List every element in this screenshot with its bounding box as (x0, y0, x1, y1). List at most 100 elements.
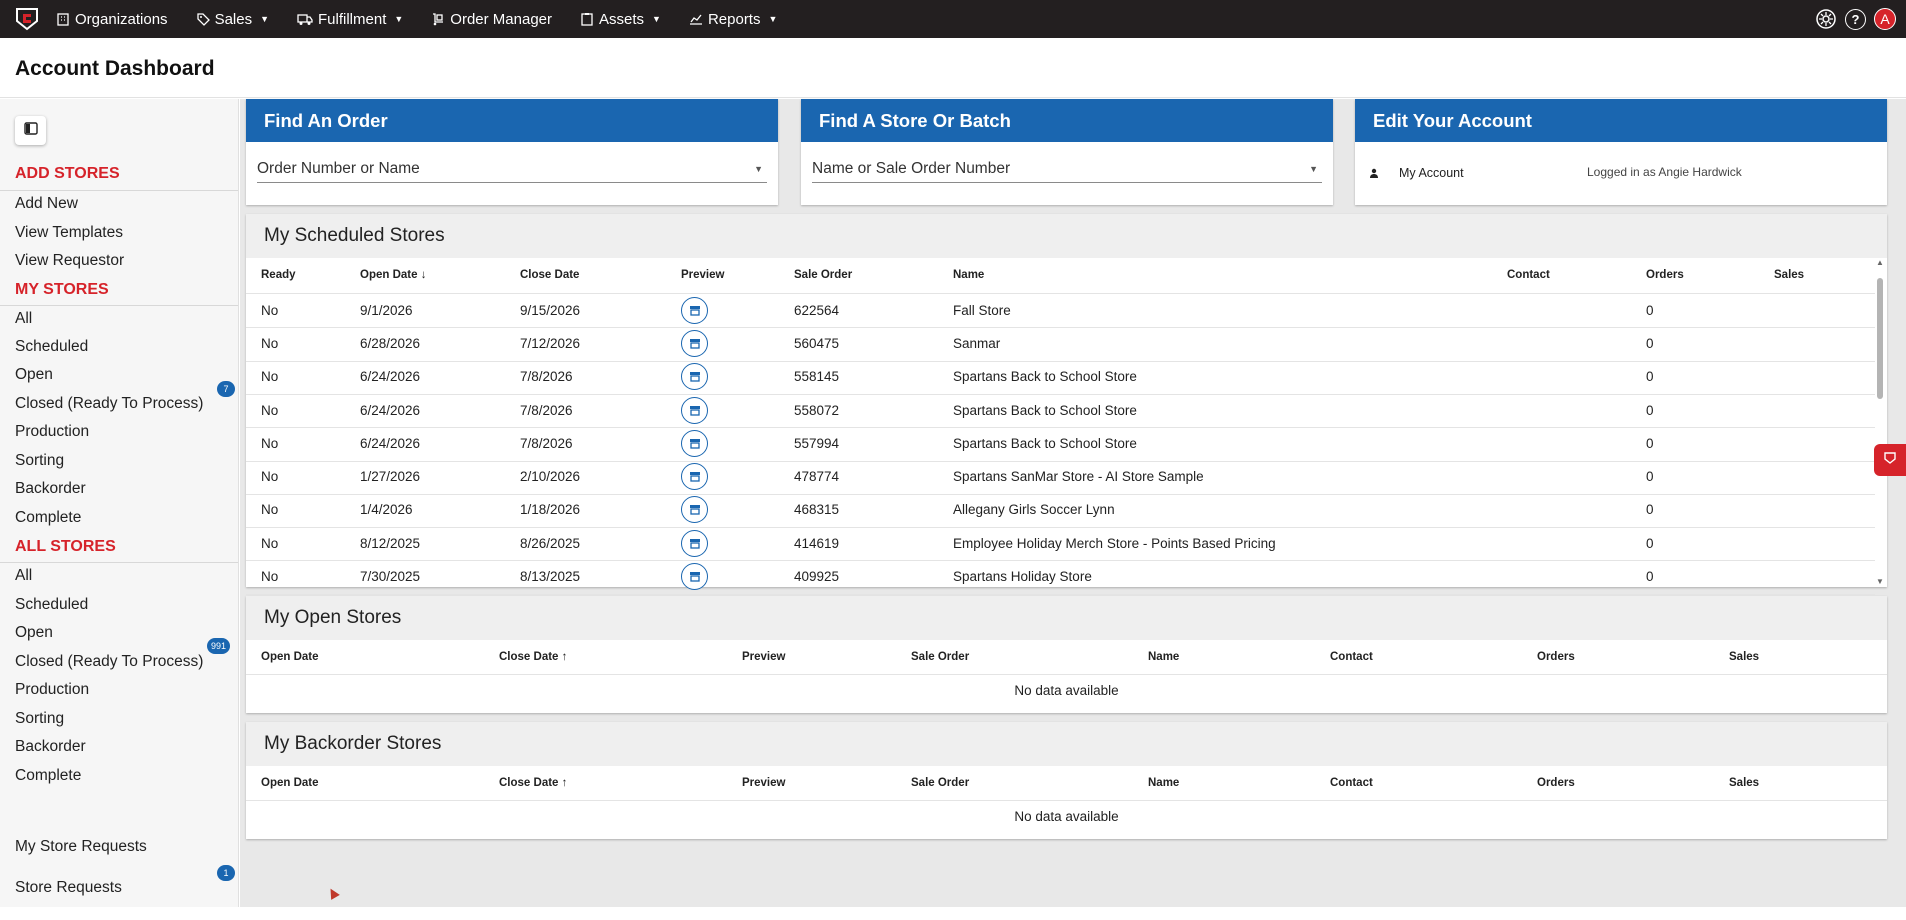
sidebar-item-all-scheduled[interactable]: Scheduled (15, 596, 88, 614)
nav-fulfillment[interactable]: Fulfillment ▼ (297, 11, 403, 28)
column-header-contact[interactable]: Contact (1330, 651, 1373, 663)
empty-state-message: No data available (1014, 683, 1119, 698)
sidebar-item-my-complete[interactable]: Complete (15, 509, 81, 527)
select-placeholder: Order Number or Name (257, 160, 420, 177)
sidebar-item-view-templates[interactable]: View Templates (15, 224, 123, 242)
preview-button[interactable] (681, 396, 708, 424)
sidebar-item-view-requestor[interactable]: View Requestor (15, 252, 124, 270)
nav-reports[interactable]: Reports ▼ (689, 11, 777, 28)
column-header-sale-order[interactable]: Sale Order (911, 777, 969, 789)
column-header-close-date[interactable]: Close Date ↑ (499, 777, 567, 789)
cell-orders: 0 (1646, 469, 1654, 485)
cell-sale-order: 557994 (794, 435, 840, 451)
cell-open: 1/27/2026 (360, 469, 421, 485)
cell-close: 8/26/2025 (520, 535, 581, 551)
preview-button[interactable] (681, 363, 708, 391)
preview-button[interactable] (681, 296, 708, 324)
sidebar-item-my-sorting[interactable]: Sorting (15, 452, 64, 470)
column-header-name[interactable]: Name (953, 269, 984, 281)
cell-close: 2/10/2026 (520, 469, 581, 485)
column-header-open-date[interactable]: Open Date (261, 651, 319, 663)
column-header-name[interactable]: Name (1148, 777, 1179, 789)
cell-close: 8/13/2025 (520, 569, 581, 585)
sidebar-collapse-button[interactable] (15, 116, 46, 145)
column-header-sale-order[interactable]: Sale Order (794, 269, 852, 281)
sidebar-item-all-open[interactable]: Open (15, 624, 53, 642)
my-account-link[interactable]: My Account (1399, 166, 1464, 180)
sidebar-item-all-all[interactable]: All (15, 567, 32, 585)
count-badge: 7 (217, 381, 235, 397)
edit-account-card: Edit Your Account My Account Logged in a… (1355, 99, 1887, 205)
count-badge: 991 (207, 638, 231, 654)
sidebar-item-add-new[interactable]: Add New (15, 195, 78, 213)
sidebar-item-my-all[interactable]: All (15, 310, 32, 328)
sidebar-item-my-open[interactable]: Open (15, 366, 53, 384)
column-header-close-date[interactable]: Close Date (520, 269, 579, 281)
preview-button[interactable] (681, 529, 708, 557)
column-header-sales[interactable]: Sales (1729, 777, 1759, 789)
sidebar-item-all-backorder[interactable]: Backorder (15, 738, 86, 756)
sidebar-item-my-closed[interactable]: Closed (Ready To Process) (15, 395, 203, 413)
sidebar-item-all-sorting[interactable]: Sorting (15, 710, 64, 728)
order-search-select[interactable]: Order Number or Name ▼ (257, 156, 767, 183)
section-heading-add-stores: ADD STORES (15, 165, 120, 182)
preview-button[interactable] (681, 329, 708, 357)
sidebar-item-all-complete[interactable]: Complete (15, 767, 81, 785)
column-header-preview: Preview (742, 777, 786, 789)
cell-name: Spartans Holiday Store (953, 569, 1092, 585)
preview-button[interactable] (681, 496, 708, 524)
scroll-down-arrow-icon[interactable]: ▼ (1876, 577, 1884, 586)
cell-sale-order: 558072 (794, 402, 840, 418)
column-header-ready[interactable]: Ready (261, 269, 296, 281)
settings-gear-icon[interactable] (1815, 8, 1837, 30)
sidebar-item-my-scheduled[interactable]: Scheduled (15, 338, 88, 356)
divider (0, 305, 238, 306)
preview-button[interactable] (681, 563, 708, 591)
scrollbar-thumb[interactable] (1877, 278, 1883, 399)
column-header-label: Open Date (360, 269, 418, 281)
chart-icon (689, 12, 703, 26)
table-scrollbar[interactable]: ▲ ▼ (1876, 258, 1884, 587)
column-header-sale-order[interactable]: Sale Order (911, 651, 969, 663)
sidebar-item-all-closed[interactable]: Closed (Ready To Process) (15, 653, 203, 671)
column-header-open-date[interactable]: Open Date (261, 777, 319, 789)
open-stores-panel: My Open Stores Open Date Close Date ↑ Pr… (246, 596, 1887, 713)
nav-assets[interactable]: Assets ▼ (580, 11, 661, 28)
column-header-open-date[interactable]: Open Date ↓ (360, 269, 426, 281)
cell-ready: No (261, 369, 279, 385)
row-divider (246, 394, 1875, 395)
nav-organizations[interactable]: Organizations (56, 11, 168, 28)
store-search-select[interactable]: Name or Sale Order Number ▼ (812, 156, 1322, 183)
sidebar-item-my-backorder[interactable]: Backorder (15, 480, 86, 498)
help-icon[interactable]: ? (1845, 8, 1866, 30)
row-divider (246, 327, 1875, 328)
column-header-contact[interactable]: Contact (1507, 269, 1550, 281)
empty-state-message: No data available (1014, 809, 1119, 824)
column-header-sales[interactable]: Sales (1774, 269, 1804, 281)
user-avatar[interactable]: A (1874, 8, 1896, 30)
sidebar-item-my-production[interactable]: Production (15, 423, 89, 441)
sidebar-item-my-store-requests[interactable]: My Store Requests (15, 838, 147, 856)
column-header-label: Close Date (499, 651, 559, 663)
divider (0, 190, 238, 191)
preview-button[interactable] (681, 429, 708, 457)
sidebar-item-store-requests[interactable]: Store Requests (15, 879, 122, 897)
column-header-contact[interactable]: Contact (1330, 777, 1373, 789)
scroll-up-arrow-icon[interactable]: ▲ (1876, 258, 1884, 267)
cell-ready: No (261, 535, 279, 551)
nav-order-manager-label: Order Manager (450, 10, 553, 28)
cell-close: 7/8/2026 (520, 369, 573, 385)
column-header-orders[interactable]: Orders (1646, 269, 1684, 281)
nav-sales[interactable]: Sales ▼ (196, 11, 269, 28)
column-header-sales[interactable]: Sales (1729, 651, 1759, 663)
column-header-close-date[interactable]: Close Date ↑ (499, 651, 567, 663)
feedback-tab[interactable] (1874, 444, 1906, 476)
column-header-orders[interactable]: Orders (1537, 651, 1575, 663)
app-logo[interactable] (12, 6, 42, 32)
sidebar-item-all-production[interactable]: Production (15, 681, 89, 699)
column-header-orders[interactable]: Orders (1537, 777, 1575, 789)
nav-order-manager[interactable]: Order Manager (431, 11, 552, 28)
storefront-icon (689, 338, 701, 349)
column-header-name[interactable]: Name (1148, 651, 1179, 663)
preview-button[interactable] (681, 463, 708, 491)
